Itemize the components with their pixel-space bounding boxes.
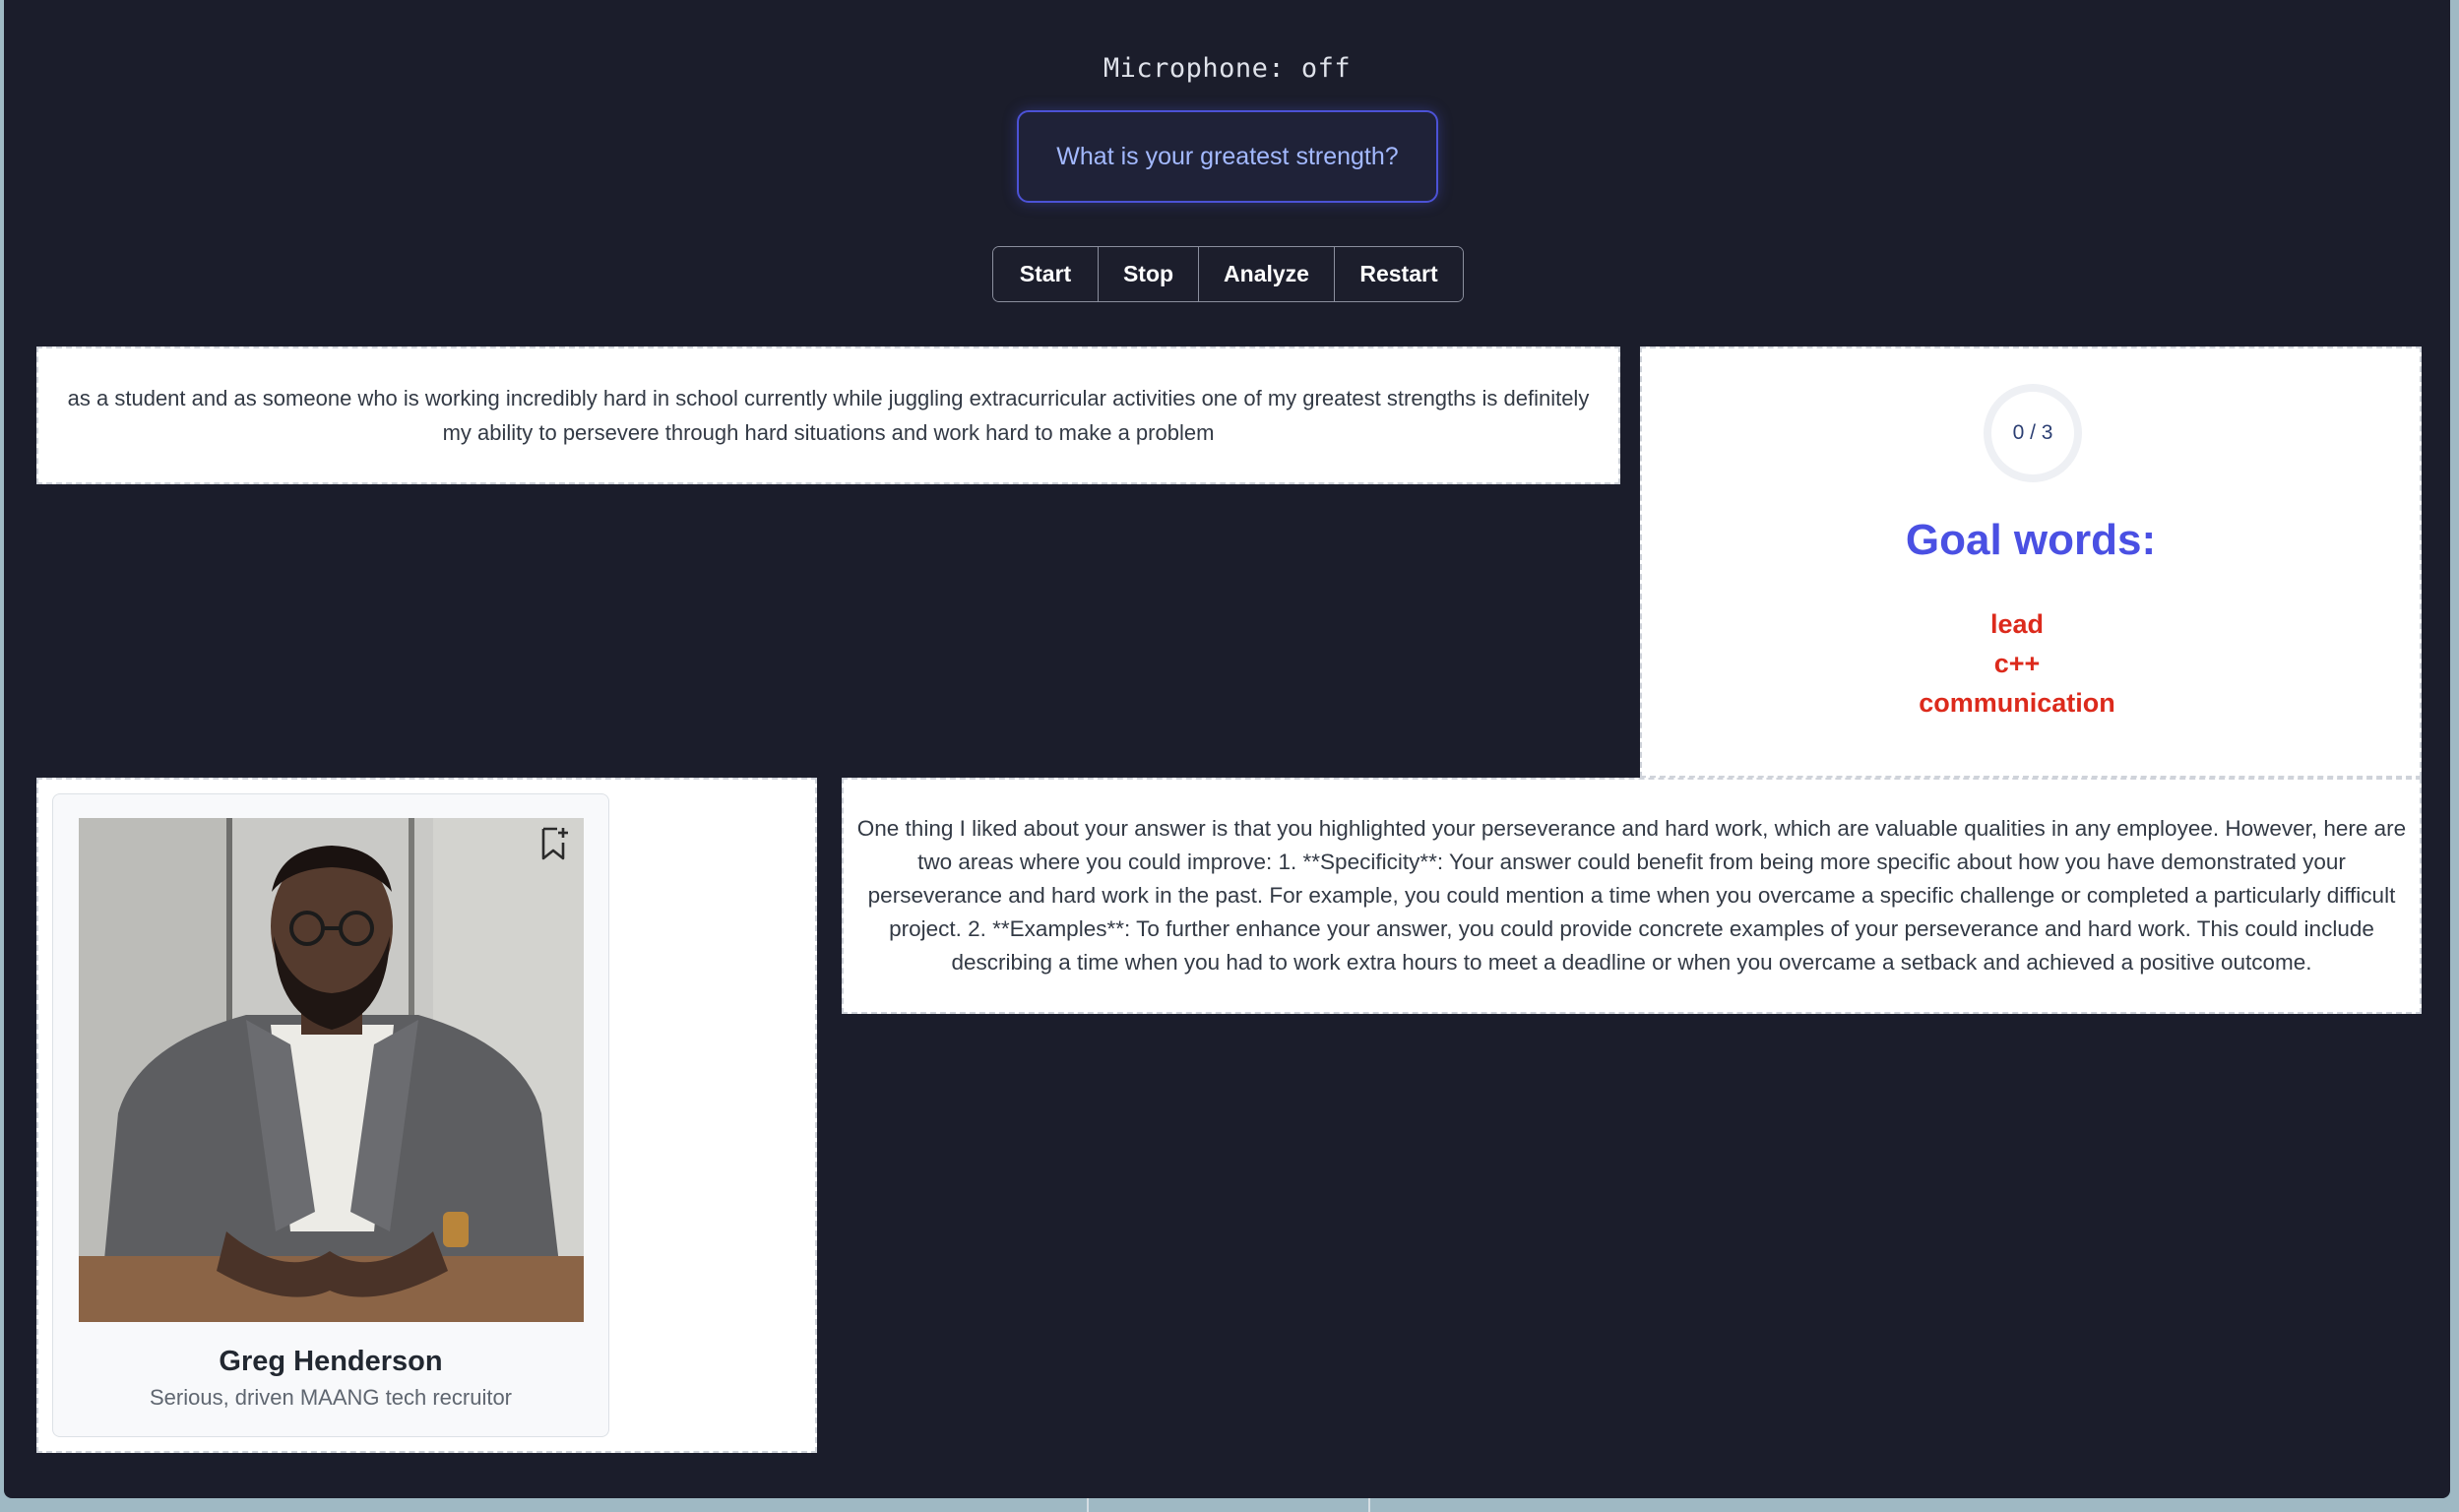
- goal-words-title: Goal words:: [1905, 516, 2157, 564]
- stop-button[interactable]: Stop: [1099, 247, 1199, 301]
- recruiter-portrait-icon: [79, 818, 584, 1322]
- goal-word: communication: [1919, 688, 2115, 718]
- taskbar-fragment: [1087, 1498, 1370, 1512]
- goal-words-panel: 0 / 3 Goal words: lead c++ communication: [1640, 346, 2422, 778]
- app-window: Microphone: off What is your greatest st…: [4, 0, 2450, 1498]
- feedback-panel: One thing I liked about your answer is t…: [842, 778, 2422, 1014]
- analyze-button[interactable]: Analyze: [1199, 247, 1335, 301]
- control-button-group: Start Stop Analyze Restart: [992, 246, 1464, 302]
- transcript-panel: as a student and as someone who is worki…: [36, 346, 1620, 484]
- feedback-text: One thing I liked about your answer is t…: [856, 816, 2407, 975]
- interviewer-name: Greg Henderson: [219, 1346, 443, 1377]
- interviewer-photo: [79, 818, 584, 1322]
- goal-words-list: lead c++ communication: [1642, 604, 2420, 723]
- question-prompt: What is your greatest strength?: [1017, 110, 1438, 203]
- transcript-text: as a student and as someone who is worki…: [67, 386, 1590, 445]
- goal-progress-label: 0 / 3: [2012, 421, 2053, 444]
- microphone-status: Microphone: off: [1103, 53, 1352, 84]
- interviewer-role: Serious, driven MAANG tech recruitor: [149, 1385, 513, 1410]
- restart-button[interactable]: Restart: [1335, 247, 1463, 301]
- goal-word: c++: [1993, 649, 2041, 678]
- bookmark-add-icon[interactable]: [538, 826, 570, 861]
- interviewer-panel: Greg Henderson Serious, driven MAANG tec…: [36, 778, 817, 1453]
- goal-word: lead: [1989, 609, 2045, 639]
- interviewer-card: Greg Henderson Serious, driven MAANG tec…: [52, 793, 609, 1437]
- start-button[interactable]: Start: [993, 247, 1099, 301]
